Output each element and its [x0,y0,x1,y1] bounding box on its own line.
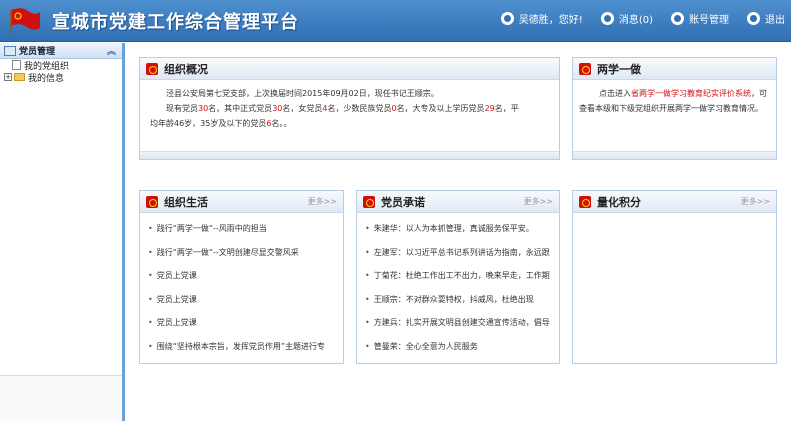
logout-link[interactable]: 退出 [747,11,785,26]
overview-text: 泾县公安局第七党支部，上次换届时间2015年09月02日，现任书记王顺宗。 现有… [140,80,559,137]
account-settings-label: 账号管理 [689,15,729,26]
formal-member-count: 30 [272,104,283,113]
folder-icon [14,73,25,81]
user-greeting[interactable]: 吴德胜，您好! [500,11,583,26]
more-link[interactable]: 更多>> [741,196,770,207]
header-bar: 宣城市党建工作综合管理平台 吴德胜，您好! 消息(0) 账号管理 退出 [0,0,791,42]
list-item[interactable]: 朱建华：以人为本抓管理，真诚服务保平安。 [365,217,551,241]
collapse-icon[interactable]: ︽ [107,44,116,57]
sidebar-item-my-info[interactable]: + 我的信息 [0,71,122,84]
more-link[interactable]: 更多>> [308,196,337,207]
promise-list: 朱建华：以人为本抓管理，真诚服务保平安。 左建军：以习近平总书记系列讲话为指南，… [357,213,559,362]
list-item[interactable]: 左建军：以习近平总书记系列讲话为指南，永远跟 [365,241,551,265]
panel-title: 组织生活 [164,195,208,209]
overview-line-2: 现有党员30名，其中正式党员30名，女党员4名，少数民族党员0名，大专及以上学历… [166,104,519,113]
list-item[interactable]: 党员上党课 [148,311,335,335]
message-icon [600,12,614,25]
study-system-link[interactable]: 省两学一做学习教育纪实评价系统 [631,89,751,98]
overview-panel: 组织概况 泾县公安局第七党支部，上次换届时间2015年09月02日，现任书记王顺… [139,57,560,160]
party-emblem-icon [146,62,158,75]
promise-panel-header: 党员承诺 更多>> [357,191,559,213]
list-item[interactable]: 践行“两学一做”--文明创建尽显交警风采 [148,241,335,265]
overview-line-1: 泾县公安局第七党支部，上次换届时间2015年09月02日，现任书记王顺宗。 [166,89,439,98]
list-item[interactable]: 方建兵：扎实开展文明县创建交通宣传活动，倡导 [365,311,551,335]
user-greeting-label: 吴德胜，您好! [518,15,583,26]
score-panel-header: 量化积分 更多>> [573,191,776,213]
life-panel-header: 组织生活 更多>> [140,191,343,213]
panel-footer [140,151,559,159]
panel-title: 组织概况 [164,62,208,76]
list-item[interactable]: 党员上党课 [148,288,335,312]
expand-icon[interactable]: + [4,73,12,81]
list-item[interactable]: 丁菊花：杜绝工作出工不出力，晚来早走，工作期 [365,264,551,288]
party-emblem-icon [579,195,591,208]
list-item[interactable]: 王顺宗：不对群众耍特权，抖威风，杜绝出现 [365,288,551,312]
list-item[interactable]: 围绕“坚持根本宗旨，发挥党员作用”主题进行专 [148,335,335,359]
logout-label: 退出 [765,15,785,26]
panel-title: 党员承诺 [381,195,425,209]
account-settings-link[interactable]: 账号管理 [671,11,729,26]
party-flag-icon [10,8,40,34]
people-icon [4,45,16,56]
list-item[interactable]: 践行“两学一做”--风雨中的担当 [148,217,335,241]
party-emblem-icon [146,195,158,208]
score-panel: 量化积分 更多>> [572,190,777,364]
life-panel: 组织生活 更多>> 践行“两学一做”--风雨中的担当 践行“两学一做”--文明创… [139,190,344,364]
overview-line-3: 均年龄46岁，35岁及以下的党员6名。。 [150,119,292,128]
power-icon [747,12,760,25]
promise-panel: 党员承诺 更多>> 朱建华：以人为本抓管理，真诚服务保平安。 左建军：以习近平总… [356,190,560,364]
panel-footer [573,151,776,159]
life-list: 践行“两学一做”--风雨中的担当 践行“两学一做”--文明创建尽显交警风采 党员… [140,213,343,362]
panel-title: 量化积分 [597,195,641,209]
sidebar-item-label: 我的信息 [28,73,65,84]
sidebar-footer [0,375,122,421]
sidebar: 党员管理 ︽ 我的党组织 + 我的信息 [0,43,125,421]
document-icon [12,60,21,70]
study-panel: 两学一做 点击进入省两学一做学习教育纪实评价系统，可查看本级和下级党组织开展两学… [572,57,777,160]
sidebar-section-header[interactable]: 党员管理 ︽ [0,43,122,59]
party-emblem-icon [363,195,375,208]
member-count: 30 [198,104,209,113]
messages-label: 消息(0) [618,15,653,26]
study-text: 点击进入省两学一做学习教育纪实评价系统，可查看本级和下级党组织开展两学一做学习教… [579,89,767,113]
list-item[interactable]: 管曼荣：全心全意为人民服务 [365,335,551,359]
top-nav: 吴德胜，您好! 消息(0) 账号管理 退出 [483,11,785,26]
messages-link[interactable]: 消息(0) [600,11,653,26]
user-icon [500,12,514,25]
overview-panel-header: 组织概况 [140,58,559,80]
more-link[interactable]: 更多>> [524,196,553,207]
gear-icon [671,12,684,25]
party-emblem-icon [579,62,591,75]
sidebar-item-my-org[interactable]: 我的党组织 [0,59,122,72]
main-content: 组织概况 泾县公安局第七党支部，上次换届时间2015年09月02日，现任书记王顺… [128,43,791,421]
sidebar-section-title: 党员管理 [19,47,56,57]
list-item[interactable]: 党员上党课 [148,264,335,288]
study-panel-header: 两学一做 [573,58,776,80]
app-title: 宣城市党建工作综合管理平台 [52,12,299,33]
panel-title: 两学一做 [597,62,641,76]
college-member-count: 29 [484,104,495,113]
